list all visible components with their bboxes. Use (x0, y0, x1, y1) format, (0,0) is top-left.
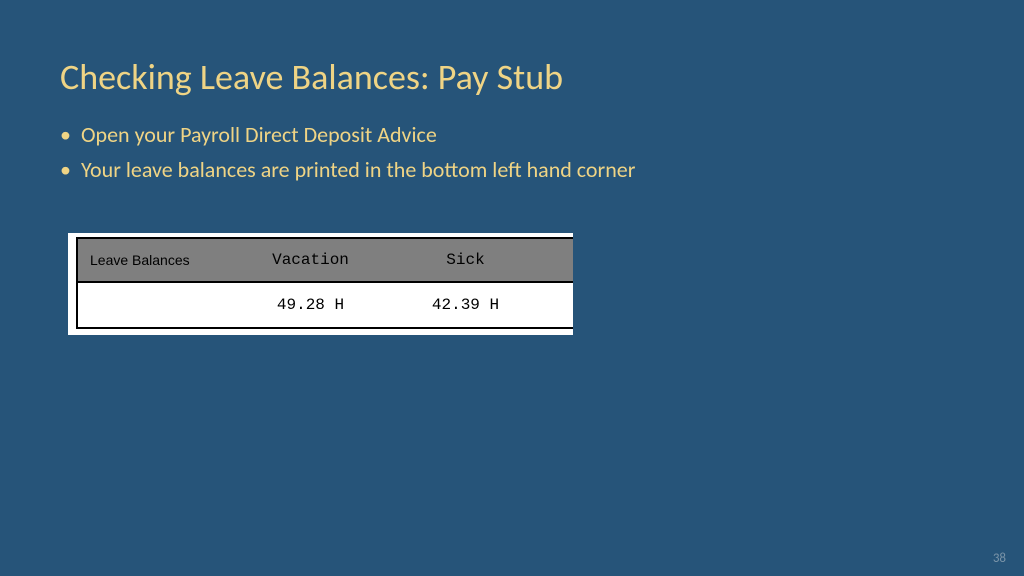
header-vacation: Vacation (233, 251, 388, 269)
sick-value: 42.39 H (388, 296, 543, 314)
bullet-text: Your leave balances are printed in the b… (81, 156, 635, 183)
bullet-icon: • (60, 124, 71, 146)
vacation-value: 49.28 H (233, 296, 388, 314)
table-header-row: Leave Balances Vacation Sick (78, 239, 573, 283)
paystub-snippet: Leave Balances Vacation Sick 49.28 H 42.… (68, 233, 573, 335)
paystub-table: Leave Balances Vacation Sick 49.28 H 42.… (76, 237, 573, 329)
bullet-text: Open your Payroll Direct Deposit Advice (81, 121, 437, 148)
header-label: Leave Balances (78, 252, 233, 268)
bullet-list: • Open your Payroll Direct Deposit Advic… (0, 121, 1024, 183)
slide-title: Checking Leave Balances: Pay Stub (0, 0, 1024, 121)
list-item: • Your leave balances are printed in the… (60, 156, 964, 183)
header-sick: Sick (388, 251, 543, 269)
page-number: 38 (993, 551, 1006, 566)
bullet-icon: • (60, 159, 71, 181)
list-item: • Open your Payroll Direct Deposit Advic… (60, 121, 964, 148)
table-data-row: 49.28 H 42.39 H (78, 283, 573, 327)
